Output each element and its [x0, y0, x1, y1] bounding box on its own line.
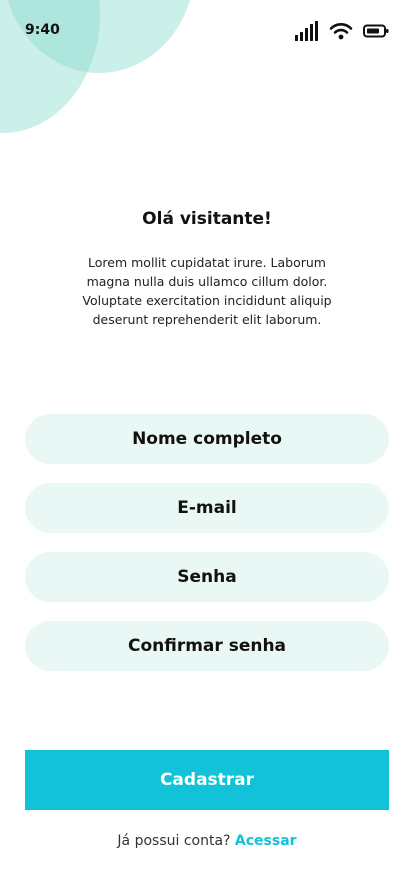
login-prompt-text: Já possui conta?	[117, 833, 231, 849]
email-input[interactable]	[25, 483, 389, 533]
confirm-password-input[interactable]	[25, 621, 389, 671]
login-link[interactable]: Acessar	[235, 833, 297, 849]
password-input[interactable]	[25, 552, 389, 602]
status-bar: 9:40	[0, 0, 414, 60]
cellular-signal-icon	[295, 21, 319, 41]
signup-screen: 9:40 Olá visitante! Lorem mollit cupidat…	[0, 0, 414, 896]
login-prompt: Já possui conta? Acessar	[0, 833, 414, 849]
status-time: 9:40	[25, 22, 60, 38]
full-name-input[interactable]	[25, 414, 389, 464]
wifi-icon	[329, 22, 353, 40]
status-icons	[295, 21, 389, 41]
signup-button[interactable]: Cadastrar	[25, 750, 389, 810]
battery-icon	[363, 24, 389, 38]
intro-text: Lorem mollit cupidatat irure. Laborum ma…	[82, 255, 332, 327]
greeting-title: Olá visitante!	[142, 209, 272, 229]
